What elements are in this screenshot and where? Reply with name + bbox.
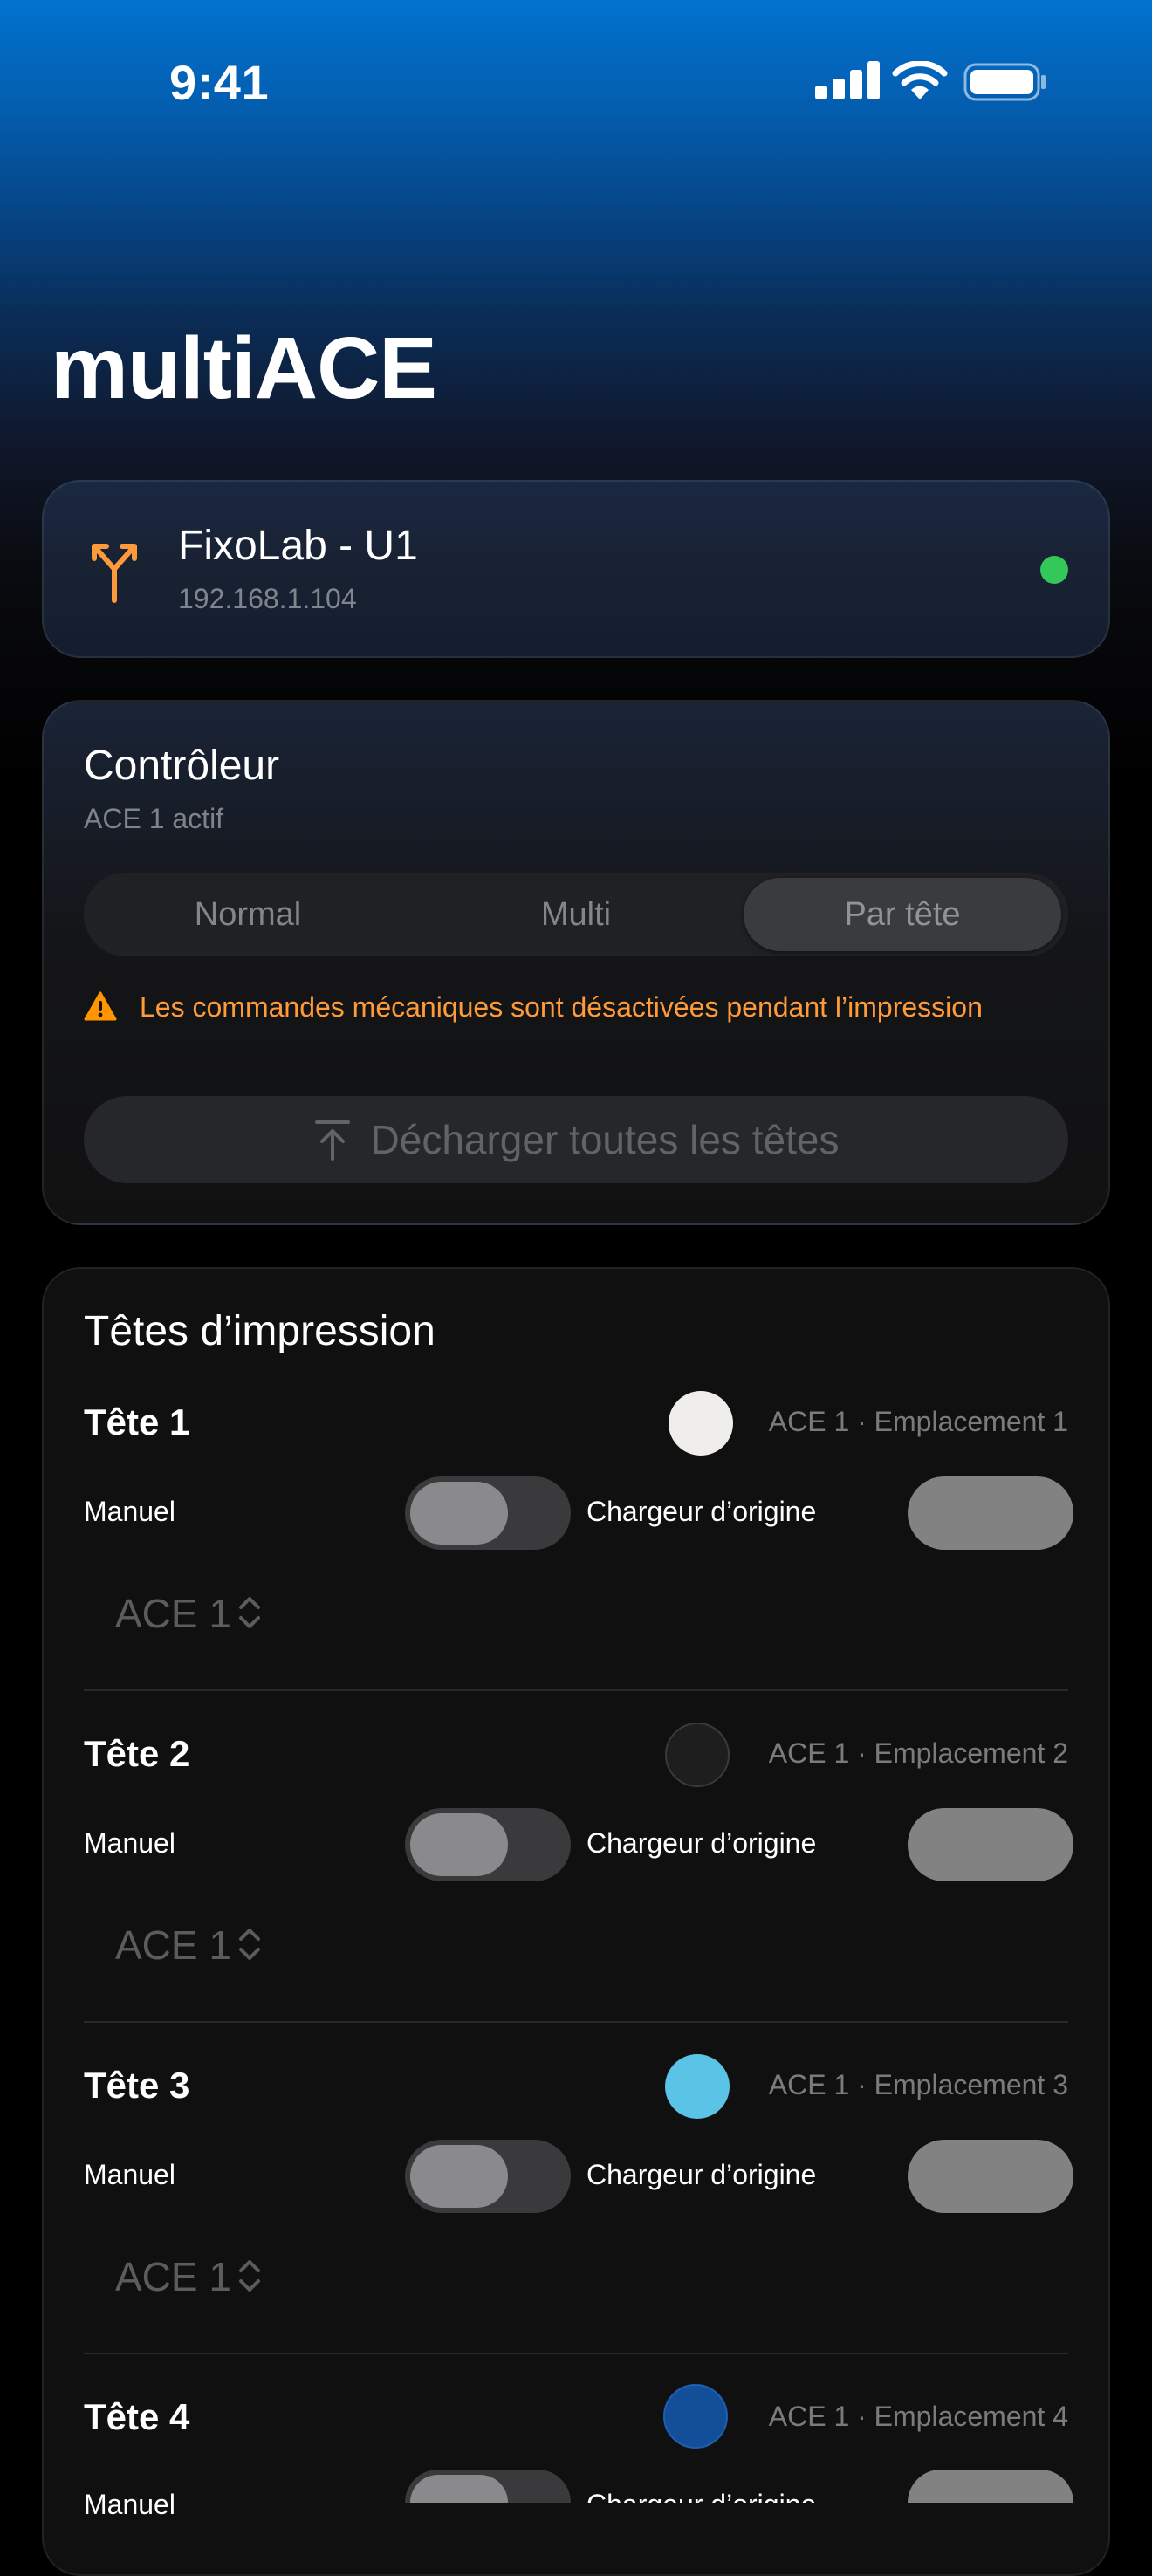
filament-color-swatch[interactable] [665,1723,730,1787]
manual-toggle[interactable] [405,2470,571,2503]
manual-toggle[interactable] [405,1476,571,1550]
manual-label: Manuel [84,2159,175,2190]
mechanical-warning: Les commandes mécaniques sont désactivée… [140,991,983,1023]
filament-color-swatch[interactable] [669,1391,733,1456]
cellular-signal-icon [815,61,880,99]
mode-multi[interactable]: Multi [417,878,735,951]
printer-fork-icon [92,544,137,603]
mode-segmented-control: Normal Multi Par tête [84,873,1068,956]
filament-color-swatch[interactable] [663,2384,728,2449]
divider [84,2021,1068,2023]
ace-picker-value: ACE 1 [115,1591,231,1636]
slot-label: ACE 1 · Emplacement 3 [768,2069,1068,2100]
ace-picker[interactable]: ACE 1 [115,1590,263,1637]
manual-toggle[interactable] [405,1808,571,1881]
app-title: multiACE [51,319,437,417]
warning-icon [84,991,117,1021]
head-title: Tête 3 [84,2065,190,2106]
wifi-icon [892,61,948,99]
original-loader-toggle[interactable] [908,1476,1073,1550]
head-title: Tête 2 [84,1733,190,1774]
unload-all-label: Décharger toutes les têtes [370,1117,840,1162]
original-loader-toggle[interactable] [908,2470,1073,2503]
original-loader-toggle[interactable] [908,2140,1073,2213]
ace-picker[interactable]: ACE 1 [115,2253,263,2300]
chevron-up-down-icon [238,2259,260,2292]
head-title: Tête 1 [84,1401,190,1442]
unload-arrow-icon [314,1120,350,1161]
print-heads-title: Têtes d’impression [84,1308,435,1354]
divider [84,1689,1068,1691]
filament-color-swatch[interactable] [665,2054,730,2119]
slot-label: ACE 1 · Emplacement 2 [768,1737,1068,1769]
chevron-up-down-icon [238,1596,260,1628]
chevron-up-down-icon [238,1928,260,1960]
divider [84,2353,1068,2354]
manual-label: Manuel [84,2489,175,2520]
printer-name: FixoLab - U1 [178,523,418,569]
connection-status-dot [1040,556,1068,584]
head-title: Tête 4 [84,2396,190,2437]
manual-label: Manuel [84,1827,175,1859]
ace-picker-value: ACE 1 [115,1922,231,1968]
printer-ip: 192.168.1.104 [178,583,357,614]
original-loader-label: Chargeur d’origine [586,2159,817,2190]
mode-par-tete[interactable]: Par tête [744,878,1061,951]
original-loader-label: Chargeur d’origine [586,1496,817,1527]
original-loader-label: Chargeur d’origine [586,1827,817,1859]
battery-icon [963,63,1046,101]
manual-label: Manuel [84,1496,175,1527]
controller-subtitle: ACE 1 actif [84,803,224,834]
ace-picker[interactable]: ACE 1 [115,1922,263,1969]
slot-label: ACE 1 · Emplacement 4 [768,2401,1068,2432]
unload-all-button[interactable]: Décharger toutes les têtes [84,1096,1068,1183]
status-time: 9:41 [169,55,270,110]
original-loader-toggle[interactable] [908,1808,1073,1881]
manual-toggle[interactable] [405,2140,571,2213]
ace-picker-value: ACE 1 [115,2254,231,2299]
mode-normal[interactable]: Normal [89,878,407,951]
controller-title: Contrôleur [84,743,280,789]
slot-label: ACE 1 · Emplacement 1 [768,1406,1068,1437]
original-loader-label: Chargeur d’origine [586,2489,816,2503]
